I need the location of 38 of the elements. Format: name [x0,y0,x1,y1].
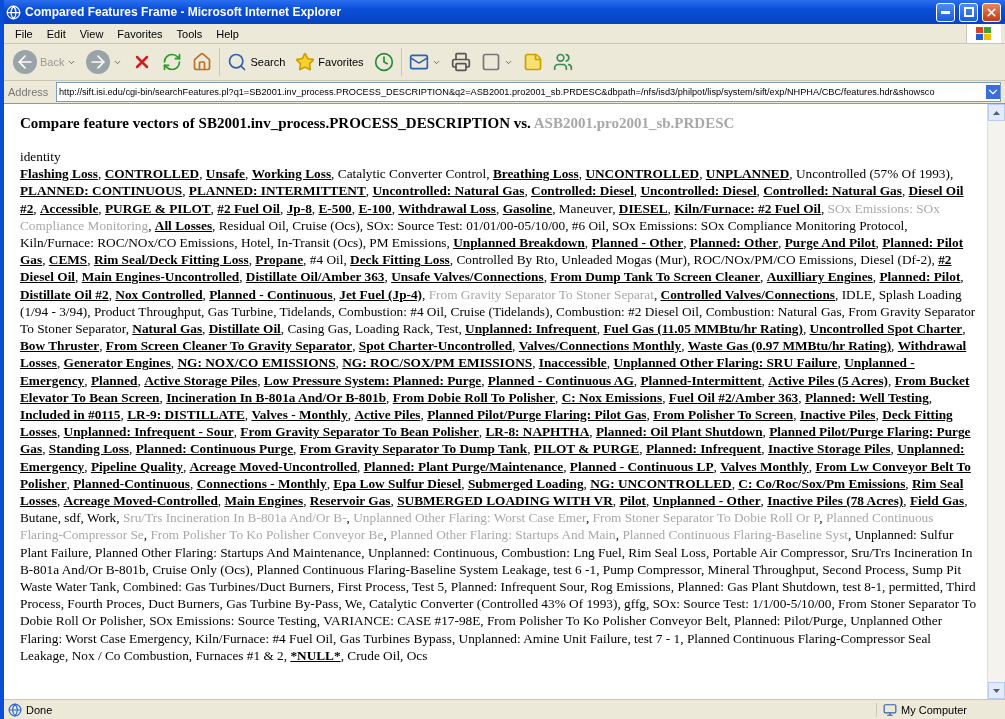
search-button[interactable]: Search [224,50,289,74]
note-icon [522,52,543,72]
history-icon [373,52,394,72]
menu-item[interactable]: Help [209,27,246,40]
browser-icon [6,4,21,20]
favorites-button[interactable]: Favorites [292,50,367,74]
zone-text: My Computer [901,703,968,716]
maximize-icon [963,7,974,17]
scroll-up-icon[interactable] [988,104,1005,121]
menu-item[interactable]: File [8,27,40,40]
address-field[interactable]: http://sift.isi.edu/cgi-bin/searchFeatures.pl?q1=SB2001.inv_process.PROCESS_DESCRIPTION&q2=ASB2001.pro2001_sb.PRDESC&dbpath=/nfs/isd3/philpot/lisp/system/sift/exp/NHPHA/CBC/features.hdr&showsco [56,82,1001,102]
feature-list: Flashing Loss, CONTROLLED, Unsafe, Working Loss, Catalytic Converter Control, Breathing Loss, UNCONTROLLED, UNPLANNED, Uncontrolled (57% Of 1993), PLANNED: CONTINUOUS, PLANNED: INTERMITTENT, Uncontrolled: Natural Gas, Controlled: Diesel, Uncontrolled: Diesel, Controlled: Natural Gas, Diesel Oil #2, Accessible, PURGE & PILOT, #2 Fuel Oil, Jp-8, E-500, E-100, Withdrawal Loss, Gasoline, Maneuver, DIESEL, Kiln/Furnace: #2 Fuel Oil, SOx Emissions: SOx Compliance Monitoring, All Losses, Residual Oil, Cruise (Ocs), SOx: Source Test: 01/01/00-05/10/00, #6 Oil, SOx Emissions: SOx Compliance Monitoring Protocol, Kiln/Furnace: ROC/NOx/CO Emissions, Hotel, In-Transit (Ocs), PM Emissions, Unplanned Breakdown, Planned - Other, Planned: Other, Purge And Pilot, Planned: Pilot Gas, CEMS, Rim Seal/Deck Fitting Loss, Propane, #4 Oil, Deck Fitting Loss, Controlled By Rto, Unleaded Mogas (Mur), ROC/NOx/PM/CO Emissions, Diesel (Df-2), #2 Diesel Oil, Main Engines-Uncontrolled, Distillate Oil/Amber 363, Unsafe Valves/Connections, From Dump Tank To Screen Cleaner, Auxilliary Engines, Planned: Pilot, Distillate Oil #2, Nox Controlled, Planned - Continuous, Jet Fuel (Jp-4), From Gravity Separator To Stoner Separat, Controlled Valves/Connections, IDLE, Splash Loading (1/94 - 3/94), Product Throughput, Gas Turbine, Tidelands, Combustion: #4 Oil, Cruise (Tidelands), Combustion: #2 Diesel Oil, Combustion: Natural Gas, From Gravity Separator To Stoner Separator, Natural Gas, Distillate Oil, Casing Gas, Loading Rack, Test, Unplanned: Infrequent, Fuel Gas (11.05 MMBtu/hr Rating), Uncontrolled Spot Charter, Bow Thruster, From Screen Cleaner To Gravity Separator, Spot Charter-Uncontrolled, Valves/Connections Monthly, Waste Gas (0.97 MMBtu/hr Rating), Withdrawal Losses, Generator Engines, NG: NOX/CO EMISSIONS, NG: ROC/SOX/PM EMISSIONS, Inaccessible, Unplanned Other Flaring: SRU Failure, Unplanned - Emergency, Planned, Active Storage Piles, Low Pressure System: Planned: Purge, Planned - Continuous AG, Planned-Intermittent, Active Piles (5 Acres), From Bucket Elevator To Bean Screen, Incineration In B-801a And/Or B-801b, From Dobie Roll To Polisher, C: Nox Emissions, Fuel Oil #2/Amber 363, Planned: Well Testing, Included in #0115, LR-9: DISTILLATE, Valves - Monthly, Active Piles, Planned Pilot/Purge Flaring: Pilot Gas, From Polisher To Screen, Inactive Piles, Deck Fitting Losses, Unplanned: Infrequent - Sour, From Gravity Separator To Bean Polisher, LR-8: NAPHTHA, Planned: Oil Plant Shutdown, Planned Pilot/Purge Flaring: Purge Gas, Standing Loss, Planned: Continuous Purge, From Gravity Separator To Dump Tank, PILOT & PURGE, Planned: Infrequent, Inactive Storage Piles, Unplanned: Emergency, Pipeline Quality, Acreage Moved-Uncontrolled, Planned: Plant Purge/Maintenance, Planned - Continuous LP, Valves Monthly, From Lw Conveyor Belt To Polisher, Planned-Continuous, Connections - Monthly, Epa Low Sulfur Diesel, Submerged Loading, NG: UNCONTROLLED, C: Co/Roc/Sox/Pm Emissions, Rim Seal Losses, Acreage Moved-Controlled, Main Engines, Reservoir Gas, SUBMERGED LOADING WITH VR, Pilot, Unplanned - Other, Inactive Piles (78 Acres), Field Gas, Butane, sdf, Work, Sru/Trs Incineration In B-801a And/Or B-, Unplanned Other Flaring: Worst Case Emer, From Stoner Separator To Dobie Roll Or P, Planned Continuous Flaring-Compressor Se, From Polisher To Ko Polisher Conveyor Be, Planned Other Flaring: Startups And Main, Planned Continuous Flaring-Baseline Syst, Unplanned: Sulfur Plant Failure, Planned Other Flaring: Startups And Maintenance, Unplanned: Continuous, Combustion: Lng Fuel, Rim Seal Loss, Portable Air Compressor, Sru/Trs Incineration In B-801a And/Or B-801b, Cruise Only (Ocs), Planned Continuous Flaring-Baseline System Leakage, test 6 -1, Pump Compressor, Mineral Throughput, Second Process, Sump Pit Waste Water Tank, Combined: Gas Turbines/Duct Burners, First Process, Test 5, Planned: Infrequent Sour, Rog Emissions, Planned: Gas Plant Shutdown, test 8-1, permitted, Third Process, Fourth Proces, Duct Burners, Gas Turbine By-Pass, We, Catalytic Converter (Controlled 43% Of 1993), gffg, SOx: Source Test: 1/1/00-5/10/00, From Stoner Separator To Dobie Roll Or Polisher, SOx Emissions: Source Testing, VARIANCE: CASE #17-98E, From Polisher To Ko Polisher Conveyor Belt, Planned: Pilot/Purge, Unplanned Other Flaring: Worst Case Emergency, Kiln/Furnace: #4 Fuel Oil, Gas Turbines Bypass, Unplanned: Amine Unit Failure, test 7 - 1, Planned Continuous Flaring-Compressor Seal Leakage, Nox / Co Combustion, Furnaces #1 & 2, *NULL*, Crude Oil, Ocs [20,165,979,665]
menu-item[interactable]: Tools [169,27,210,40]
star-icon [295,52,316,72]
menu-item[interactable]: Edit [39,27,73,40]
address-label: Address [8,86,50,98]
refresh-icon [162,52,183,72]
search-icon [227,52,248,72]
dropdown-icon [986,85,1000,99]
mail-icon [408,52,429,72]
close-button[interactable] [982,2,1001,22]
minimize-icon [941,10,950,14]
close-icon [985,5,998,19]
home-icon [192,52,213,72]
maximize-button[interactable] [959,2,978,22]
scroll-down-icon[interactable] [988,682,1005,699]
scrollbar[interactable] [987,104,1005,699]
page-icon [8,702,22,717]
window-title: Compared Features Frame - Microsoft Internet Explorer [25,5,343,19]
computer-icon [883,702,897,717]
messenger-icon [552,52,573,72]
minimize-button[interactable] [936,2,955,22]
menu-item[interactable]: Favorites [110,27,170,40]
caption-text: identity [20,148,62,166]
printer-icon [450,52,471,72]
page-heading: Compare feature vectors of SB2001.inv_process.PROCESS_DESCRIPTION vs. ASB2001.pro2001_sb.PRDESC [20,115,736,132]
menu-item[interactable]: View [72,27,111,40]
status-text: Done [26,703,54,716]
